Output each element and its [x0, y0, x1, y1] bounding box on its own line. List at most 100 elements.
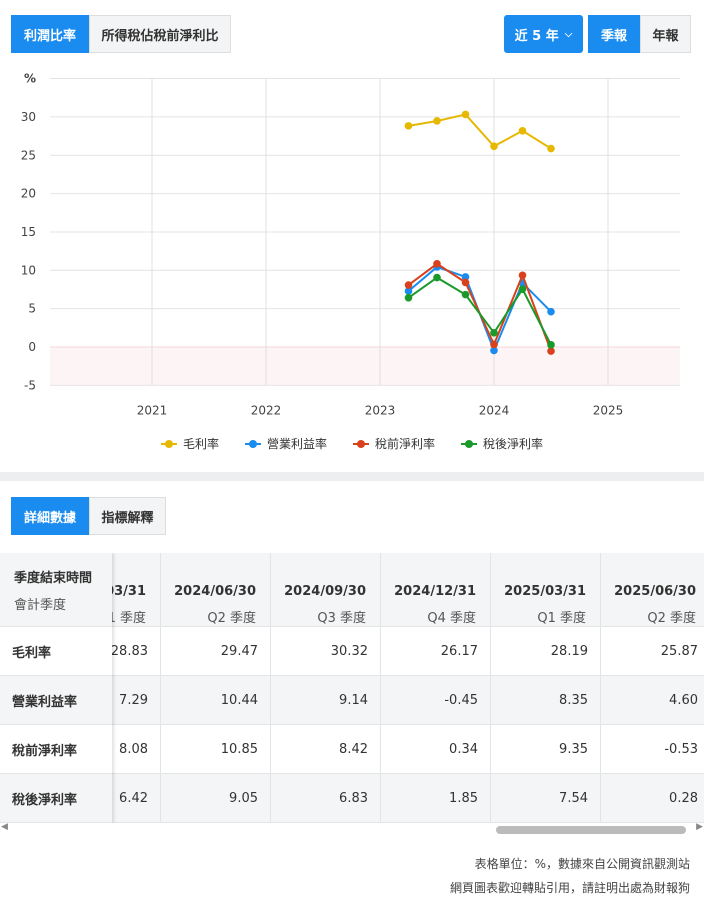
- table-cell: 7.54: [491, 774, 600, 823]
- table-cell: 4.60: [601, 676, 704, 725]
- x-tick-label: 2024: [479, 403, 510, 417]
- table-cell: 1.85: [381, 774, 490, 823]
- column-date: 2024/03/31: [112, 584, 146, 599]
- data-point: [547, 307, 555, 316]
- legend-label: 稅前淨利率: [375, 437, 436, 451]
- y-tick-label: 10: [21, 263, 36, 277]
- scrollbar-thumb[interactable]: [496, 826, 686, 834]
- column-date: 2025/06/30: [614, 584, 696, 599]
- data-point: [547, 144, 555, 153]
- data-point: [490, 340, 498, 349]
- y-tick-label: -5: [24, 378, 36, 392]
- x-tick-label: 2025: [593, 403, 624, 417]
- table-cell: 0.28: [601, 774, 704, 823]
- legend-label: 毛利率: [182, 437, 219, 451]
- table-column: 2024/06/30 Q2 季度 29.47 10.44 10.85 9.05: [160, 553, 270, 823]
- data-point: [518, 126, 527, 135]
- legend-marker-icon: [461, 439, 478, 448]
- table-cell: 10.44: [161, 676, 270, 725]
- legend-item[interactable]: 營業利益率: [244, 435, 327, 452]
- table-column: 2024/09/30 Q3 季度 30.32 9.14 8.42 6.83: [270, 553, 380, 823]
- series-line: [408, 113, 552, 150]
- table-column: 2024/12/31 Q4 季度 26.17 -0.45 0.34 1.85: [380, 553, 490, 823]
- column-quarter: Q2 季度: [647, 611, 696, 626]
- column-date: 2024/12/31: [394, 584, 476, 599]
- data-point: [490, 329, 498, 337]
- row-label: 營業利益率: [0, 676, 112, 725]
- x-tick-label: 2023: [365, 403, 396, 417]
- column-quarter: Q3 季度: [317, 611, 366, 626]
- table-cell: 25.87: [601, 627, 704, 676]
- column-date: 2024/06/30: [174, 584, 256, 599]
- row-label: 稅後淨利率: [0, 774, 112, 823]
- row-label: 稅前淨利率: [0, 725, 112, 774]
- tab-indicator-explanation[interactable]: 指標解釋: [89, 497, 166, 535]
- row-label: 毛利率: [0, 627, 112, 676]
- header-period-end: 季度結束時間: [14, 570, 93, 586]
- tab-tax-ratio[interactable]: 所得稅佔稅前淨利比: [89, 15, 231, 53]
- series-line: [407, 262, 552, 352]
- y-tick-label: 30: [21, 110, 36, 124]
- table-cell: -0.53: [601, 725, 704, 774]
- data-point: [433, 273, 441, 282]
- data-point: [404, 122, 413, 130]
- section-divider: [0, 472, 704, 481]
- y-axis-label: %: [24, 72, 36, 86]
- negative-area: [50, 347, 680, 386]
- table-cell: 29.47: [161, 627, 270, 676]
- legend-marker-icon: [353, 439, 369, 448]
- data-table: 季度結束時間會計季度 毛利率 營業利益率 稅前淨利率 稅後淨利率 2024/03…: [0, 553, 704, 823]
- column-quarter: Q1 季度: [537, 611, 586, 626]
- column-quarter: Q4 季度: [427, 611, 476, 626]
- legend-label: 稅後淨利率: [483, 437, 544, 451]
- tab-detail-data[interactable]: 詳細數據: [11, 497, 89, 535]
- data-point: [461, 110, 470, 119]
- legend-marker-icon: [244, 439, 261, 448]
- table-horizontal-scrollbar[interactable]: ◀ ▶: [0, 822, 704, 836]
- header-fiscal-quarter: 會計季度: [14, 597, 67, 613]
- data-point: [433, 117, 441, 125]
- range-label: 近 5 年: [514, 28, 559, 44]
- data-point: [461, 290, 470, 299]
- table-cell: 6.42: [112, 774, 160, 823]
- legend-item[interactable]: 稅後淨利率: [461, 435, 543, 452]
- column-date: 2025/03/31: [504, 584, 586, 599]
- chevron-down-icon: ⌵: [564, 28, 573, 40]
- y-tick-label: 25: [21, 148, 36, 162]
- y-tick-label: 15: [21, 225, 36, 239]
- table-cell: 28.19: [491, 627, 600, 676]
- table-cell: 0.34: [381, 725, 490, 774]
- data-point: [404, 281, 413, 289]
- tab-quarterly[interactable]: 季報: [588, 15, 640, 53]
- citation-note: 網頁圖表歡迎轉貼引用，請註明出處為財報狗: [449, 881, 690, 895]
- column-quarter: Q1 季度: [112, 611, 146, 626]
- table-cell: 26.17: [381, 627, 490, 676]
- table-cell: 9.14: [271, 676, 380, 725]
- row-header-column: 季度結束時間 會計季度 毛利率 營業利益率 稅前淨利率 稅後淨利率: [0, 553, 112, 823]
- tab-profit-ratio[interactable]: 利潤比率: [11, 15, 89, 53]
- ratio-chart: 30 25 20 15 10 5 0 -5% 2021 2022 2023 2024 2025: [21, 72, 680, 417]
- scroll-right-icon[interactable]: ▶: [696, 822, 703, 832]
- tab-annual[interactable]: 年報: [640, 15, 691, 53]
- table-cell: 9.05: [161, 774, 270, 823]
- legend-marker-icon: [160, 439, 177, 448]
- data-point: [404, 293, 413, 302]
- legend-item[interactable]: 稅前淨利率: [353, 435, 435, 452]
- scroll-left-icon[interactable]: ◀: [1, 822, 8, 832]
- data-point: [490, 142, 498, 151]
- table-column: 2024/03/31 Q1 季度28.837.298.086.42: [112, 553, 160, 823]
- table-cell: -0.45: [381, 676, 490, 725]
- table-cell: 8.08: [112, 725, 160, 774]
- table-cell: 30.32: [271, 627, 380, 676]
- legend-label: 營業利益率: [266, 437, 327, 451]
- x-tick-label: 2022: [251, 403, 282, 417]
- column-date: 2024/09/30: [284, 584, 366, 599]
- range-select[interactable]: 近 5 年 ⌵: [504, 15, 583, 53]
- data-point: [518, 271, 527, 280]
- data-point: [547, 341, 555, 349]
- data-point: [461, 278, 470, 287]
- table-cell: 10.85: [161, 725, 270, 774]
- table-column: 2025/03/31 Q1 季度 28.19 8.35 9.35 7.54: [490, 553, 600, 823]
- legend-item[interactable]: 毛利率: [160, 435, 219, 452]
- table-cell: 7.29: [112, 676, 160, 725]
